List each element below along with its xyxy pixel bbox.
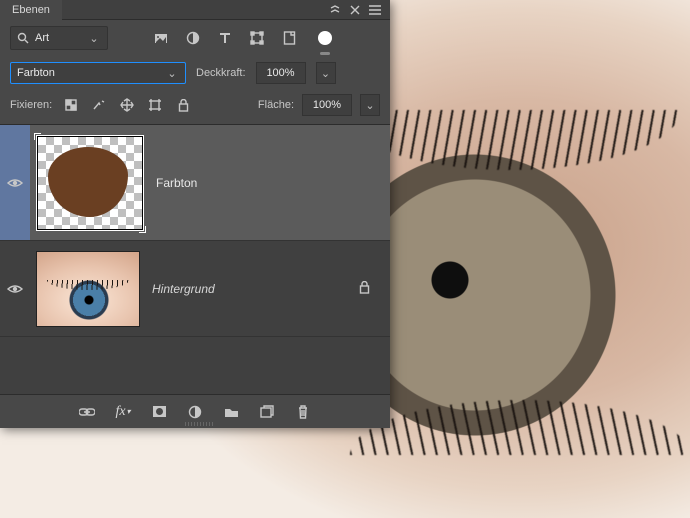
opacity-label: Deckkraft: (196, 67, 246, 79)
fill-label: Fläche: (258, 99, 294, 111)
lock-transparent-icon[interactable] (62, 96, 80, 114)
collapse-icon[interactable] (326, 1, 344, 19)
filter-type-icon[interactable] (216, 29, 234, 47)
filter-pixel-icon[interactable] (152, 29, 170, 47)
add-mask-icon[interactable] (150, 403, 168, 421)
panel-menu-icon[interactable] (366, 1, 384, 19)
search-icon (17, 32, 29, 44)
lock-position-icon[interactable] (118, 96, 136, 114)
lock-icon[interactable] (359, 281, 370, 297)
new-layer-icon[interactable] (258, 403, 276, 421)
chevron-down-icon: ⌄ (87, 32, 101, 45)
layer-filter-select[interactable]: Art ⌄ (10, 26, 108, 50)
filter-smartobject-icon[interactable] (280, 29, 298, 47)
opacity-stepper[interactable]: ⌄ (316, 62, 336, 84)
blend-row: Farbton ⌄ Deckkraft: 100% ⌄ (0, 56, 390, 90)
layer-thumbnail[interactable] (36, 135, 144, 231)
filter-adjustment-icon[interactable] (184, 29, 202, 47)
lock-image-icon[interactable] (90, 96, 108, 114)
panel-tab-layers[interactable]: Ebenen (0, 0, 62, 20)
fill-value[interactable]: 100% (302, 94, 352, 116)
layer-name-label[interactable]: Hintergrund (152, 282, 215, 296)
blend-mode-select[interactable]: Farbton ⌄ (10, 62, 186, 84)
new-group-icon[interactable] (222, 403, 240, 421)
layers-list: Farbton Hintergrund (0, 124, 390, 394)
layer-name-label[interactable]: Farbton (156, 176, 197, 190)
filter-shape-icon[interactable] (248, 29, 266, 47)
lock-all-icon[interactable] (174, 96, 192, 114)
visibility-toggle-icon[interactable] (7, 177, 23, 189)
layers-panel: Ebenen Art ⌄ Farbton (0, 0, 390, 428)
filter-toggle-switch[interactable] (318, 31, 332, 45)
layer-filter-row: Art ⌄ (0, 20, 390, 56)
panel-tab-label: Ebenen (12, 4, 50, 16)
chevron-down-icon: ⌄ (165, 67, 179, 80)
layer-effects-icon[interactable]: fx▾ (114, 403, 132, 421)
delete-layer-icon[interactable] (294, 403, 312, 421)
new-adjustment-layer-icon[interactable] (186, 403, 204, 421)
fill-stepper[interactable]: ⌄ (360, 94, 380, 116)
opacity-value[interactable]: 100% (256, 62, 306, 84)
layer-row[interactable]: Hintergrund (0, 241, 390, 337)
panel-titlebar: Ebenen (0, 0, 390, 20)
lock-label: Fixieren: (10, 99, 52, 111)
layer-row[interactable]: Farbton (0, 125, 390, 241)
visibility-toggle-icon[interactable] (7, 283, 23, 295)
panel-resize-grip[interactable] (185, 422, 213, 426)
layer-filter-label: Art (35, 32, 81, 44)
lock-artboard-icon[interactable] (146, 96, 164, 114)
link-layers-icon[interactable] (78, 403, 96, 421)
close-icon[interactable] (346, 1, 364, 19)
lock-row: Fixieren: Fläche: 100% ⌄ (0, 90, 390, 124)
layer-thumbnail[interactable] (36, 251, 140, 327)
blend-mode-value: Farbton (17, 67, 55, 79)
